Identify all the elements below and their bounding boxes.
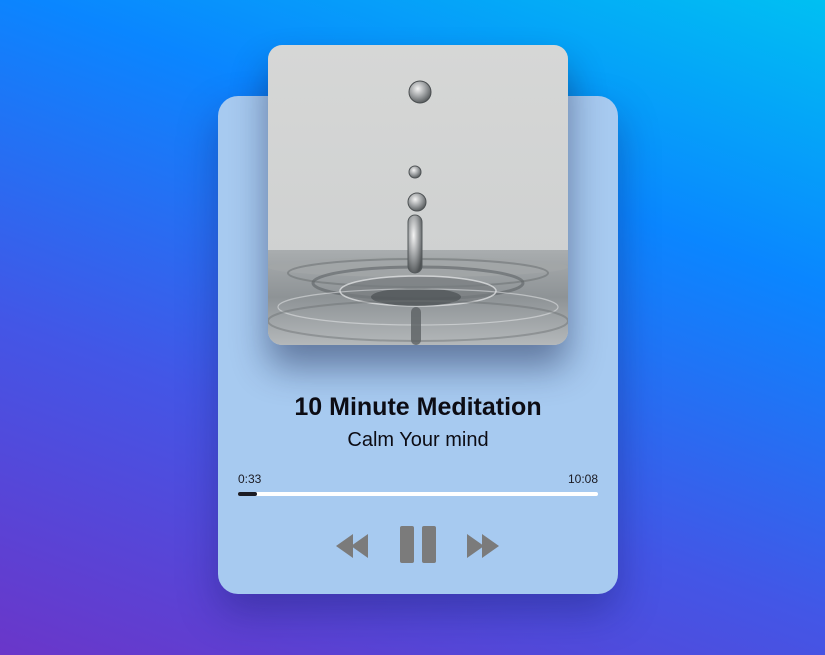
album-art [268, 45, 568, 345]
pause-icon [400, 526, 436, 563]
rewind-icon [336, 534, 368, 558]
progress-bar[interactable] [238, 492, 598, 496]
fast-forward-button[interactable] [467, 533, 501, 559]
rewind-button[interactable] [336, 533, 370, 559]
track-subtitle: Calm Your mind [347, 429, 489, 451]
track-title: 10 Minute Meditation [294, 393, 542, 421]
water-drop-image [268, 45, 568, 345]
progress-fill [238, 492, 258, 496]
fast-forward-icon [467, 534, 499, 558]
total-duration: 10:08 [567, 472, 598, 486]
current-time: 0:33 [238, 472, 262, 486]
pause-button[interactable] [400, 526, 437, 563]
